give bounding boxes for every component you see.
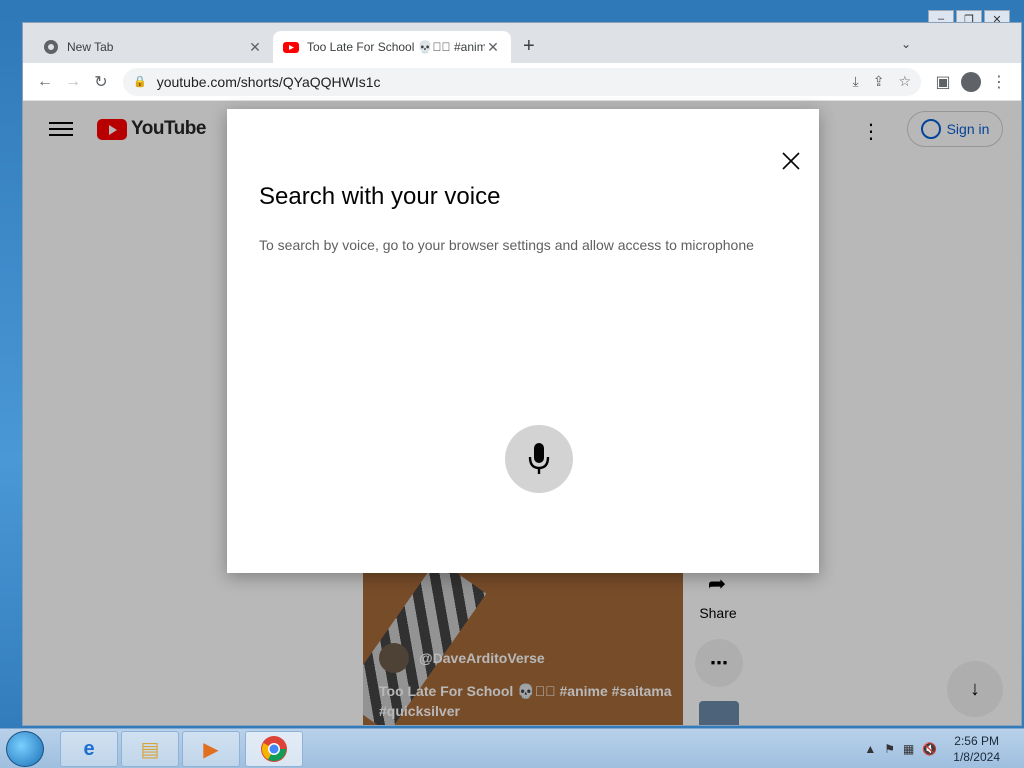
dialog-title: Search with your voice (259, 183, 501, 210)
clock[interactable]: 2:56 PM 1/8/2024 (953, 733, 1000, 765)
back-button[interactable]: ← (31, 68, 59, 96)
install-icon[interactable]: ⤓ (853, 73, 859, 90)
volume-muted-icon[interactable]: 🔇 (922, 742, 937, 756)
media-player-icon[interactable]: ▶ (182, 731, 240, 767)
youtube-page: YouTube ⋮ Sign in @DaveArditoVerse Too L… (23, 101, 1021, 725)
address-bar[interactable]: 🔒 youtube.com/shorts/QYaQQHWIs1c ⤓ ⇪ ☆ (123, 67, 921, 96)
close-tab-icon[interactable]: ✕ (485, 39, 501, 56)
taskbar: e ▤ ▶ ▲ ⚑ ▦ 🔇 2:56 PM 1/8/2024 (0, 728, 1024, 768)
clock-time: 2:56 PM (954, 734, 999, 748)
system-tray: ▲ ⚑ ▦ 🔇 2:56 PM 1/8/2024 (864, 729, 1024, 768)
file-explorer-icon[interactable]: ▤ (121, 731, 179, 767)
close-dialog-icon[interactable] (779, 149, 803, 173)
browser-window: New Tab ✕ Too Late For School 💀⃞⃗ #anim … (22, 22, 1022, 726)
voice-search-dialog: Search with your voice To search by voic… (227, 109, 819, 573)
chrome-icon (44, 40, 58, 54)
tab-search-chevron-icon[interactable]: ⌄ (901, 37, 911, 51)
internet-explorer-icon[interactable]: e (60, 731, 118, 767)
reload-button[interactable]: ↻ (87, 68, 115, 96)
microphone-icon (528, 443, 550, 474)
tab-title: New Tab (67, 40, 114, 54)
forward-button[interactable]: → (59, 68, 87, 96)
url-text: youtube.com/shorts/QYaQQHWIs1c (156, 73, 381, 90)
show-hidden-icons-icon[interactable]: ▲ (864, 742, 876, 756)
tab-youtube-short[interactable]: Too Late For School 💀⃞⃗ #anim ✕ (273, 31, 511, 63)
youtube-favicon-icon (283, 42, 299, 53)
lock-icon[interactable]: 🔒 (133, 75, 147, 88)
chrome-taskbar-icon[interactable] (245, 731, 303, 767)
new-tab-button[interactable]: + (523, 36, 535, 56)
chrome-logo-icon (261, 736, 287, 762)
tab-title: Too Late For School 💀⃞⃗ #anim (307, 40, 485, 54)
microphone-button[interactable] (505, 425, 573, 493)
browser-menu-icon[interactable]: ⋮ (985, 68, 1013, 96)
profile-avatar-icon (961, 71, 981, 92)
browser-toolbar: ← → ↻ 🔒 youtube.com/shorts/QYaQQHWIs1c ⤓… (23, 63, 1021, 101)
tab-strip: New Tab ✕ Too Late For School 💀⃞⃗ #anim … (23, 23, 1021, 63)
profile-button[interactable] (957, 68, 985, 96)
close-tab-icon[interactable]: ✕ (247, 39, 263, 56)
start-button[interactable] (6, 731, 44, 767)
network-icon[interactable]: ▦ (903, 742, 914, 756)
action-center-flag-icon[interactable]: ⚑ (884, 742, 895, 756)
tab-new-tab[interactable]: New Tab ✕ (33, 31, 273, 63)
bookmark-star-icon[interactable]: ☆ (898, 73, 911, 90)
side-panel-icon[interactable]: ▣ (929, 68, 957, 96)
dialog-message: To search by voice, go to your browser s… (259, 237, 754, 253)
clock-date: 1/8/2024 (953, 750, 1000, 764)
share-page-icon[interactable]: ⇪ (873, 73, 885, 90)
